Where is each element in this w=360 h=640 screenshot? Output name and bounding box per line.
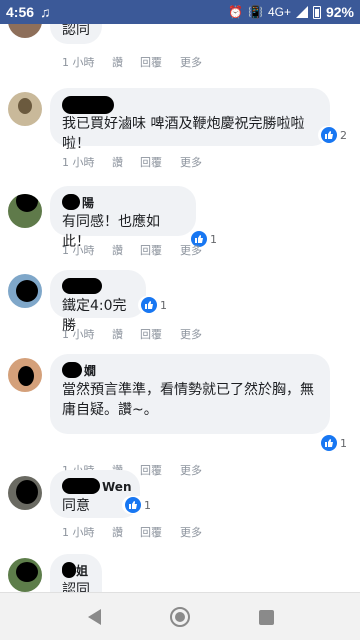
thumbs-up-icon <box>141 297 157 313</box>
comment-actions: 1 小時 讚 回覆 更多 <box>62 54 210 70</box>
reaction-count[interactable]: 1 <box>138 296 170 314</box>
reaction-number: 1 <box>210 232 217 246</box>
more-button[interactable]: 更多 <box>180 242 210 258</box>
avatar[interactable] <box>8 92 42 126</box>
comment-actions: 1 小時 讚 回覆 更多 <box>62 326 210 342</box>
more-button[interactable]: 更多 <box>180 462 210 478</box>
comment-bubble: 我已買好滷味 啤酒及鞭炮慶祝完勝啦啦啦！ <box>50 88 330 152</box>
redaction <box>62 194 80 210</box>
more-button[interactable]: 更多 <box>180 154 210 170</box>
reaction-number: 1 <box>160 298 167 312</box>
comment-text: 同意 <box>62 498 90 514</box>
reaction-count[interactable]: 2 <box>318 126 350 144</box>
comment-time: 1 小時 <box>62 328 95 341</box>
comment-text: 認同 <box>62 24 90 38</box>
battery-icon <box>312 5 321 19</box>
status-bar: 4:56 ♫ ⏰ 📳 4G+ 92% <box>0 0 360 24</box>
comment-time: 1 小時 <box>62 244 95 257</box>
reaction-count[interactable]: 1 <box>318 434 350 452</box>
redaction <box>62 478 100 494</box>
comment-bubble: 鐵定4:0完勝 <box>50 270 146 334</box>
avatar[interactable] <box>8 194 42 228</box>
like-button[interactable]: 讚 <box>112 524 140 540</box>
alarm-icon: ⏰ <box>228 5 243 19</box>
signal-icon <box>295 6 308 18</box>
more-button[interactable]: 更多 <box>180 54 210 70</box>
more-button[interactable]: 更多 <box>180 326 210 342</box>
comment-actions: 1 小時 讚 回覆 更多 <box>62 154 210 170</box>
system-nav-bar <box>0 592 360 640</box>
like-button[interactable]: 讚 <box>112 326 140 342</box>
reaction-number: 2 <box>340 128 347 142</box>
commenter-name[interactable]: Wen <box>62 478 132 496</box>
reply-button[interactable]: 回覆 <box>140 326 180 342</box>
comment-bubble: 陽 有同感！也應如此！ <box>50 186 196 250</box>
thumbs-up-icon <box>125 497 141 513</box>
avatar[interactable] <box>8 558 42 592</box>
status-time: 4:56 <box>6 4 35 20</box>
like-button[interactable]: 讚 <box>112 54 140 70</box>
commenter-name[interactable]: 陽 <box>62 194 184 212</box>
comment-actions: 1 小時 讚 回覆 更多 <box>62 242 210 258</box>
reaction-count[interactable]: 1 <box>122 496 154 514</box>
comment-time: 1 小時 <box>62 56 95 69</box>
comment-bubble: 姐 認同 <box>50 554 102 592</box>
comment-time: 1 小時 <box>62 526 95 539</box>
recents-icon[interactable] <box>256 607 276 627</box>
avatar[interactable] <box>8 358 42 392</box>
reply-button[interactable]: 回覆 <box>140 154 180 170</box>
like-button[interactable]: 讚 <box>112 242 140 258</box>
status-icons: ⏰ 📳 4G+ 92% <box>228 4 354 20</box>
comment-text: 我已買好滷味 啤酒及鞭炮慶祝完勝啦啦啦！ <box>62 116 305 152</box>
like-button[interactable]: 讚 <box>112 154 140 170</box>
thumbs-up-icon <box>321 127 337 143</box>
redaction <box>62 362 82 378</box>
commenter-name[interactable] <box>62 96 318 114</box>
comment-feed[interactable]: 認同 1 小時 讚 回覆 更多 我已買好滷味 啤酒及鞭炮慶祝完勝啦啦啦！ 2 1… <box>0 24 360 592</box>
thumbs-up-icon <box>321 435 337 451</box>
back-icon[interactable] <box>84 607 104 627</box>
reply-button[interactable]: 回覆 <box>140 242 180 258</box>
commenter-name[interactable]: 姐 <box>62 562 90 580</box>
vibrate-icon: 📳 <box>248 5 263 19</box>
avatar[interactable] <box>8 476 42 510</box>
reaction-number: 1 <box>340 436 347 450</box>
commenter-name[interactable]: 嫺 <box>62 362 318 380</box>
redaction <box>62 562 76 578</box>
home-icon[interactable] <box>170 607 190 627</box>
avatar[interactable] <box>8 24 42 38</box>
network-type: 4G+ <box>267 5 291 19</box>
avatar[interactable] <box>8 274 42 308</box>
comment-text: 認同 <box>62 582 90 592</box>
commenter-name[interactable] <box>62 278 134 296</box>
reaction-number: 1 <box>144 498 151 512</box>
reply-button[interactable]: 回覆 <box>140 462 180 478</box>
comment-actions: 1 小時 讚 回覆 更多 <box>62 524 210 540</box>
redaction <box>62 278 102 294</box>
comment-bubble: 嫺 當然預言準準，看情勢就已了然於胸，無庸自疑。讚~。 <box>50 354 330 434</box>
comment-time: 1 小時 <box>62 156 95 169</box>
comment-text: 當然預言準準，看情勢就已了然於胸，無庸自疑。讚~。 <box>62 382 314 418</box>
reply-button[interactable]: 回覆 <box>140 524 180 540</box>
reply-button[interactable]: 回覆 <box>140 54 180 70</box>
music-note-icon: ♫ <box>40 4 51 20</box>
redaction <box>62 96 114 114</box>
more-button[interactable]: 更多 <box>180 524 210 540</box>
comment-bubble: 認同 <box>50 24 102 44</box>
battery-percent: 92% <box>325 4 354 20</box>
